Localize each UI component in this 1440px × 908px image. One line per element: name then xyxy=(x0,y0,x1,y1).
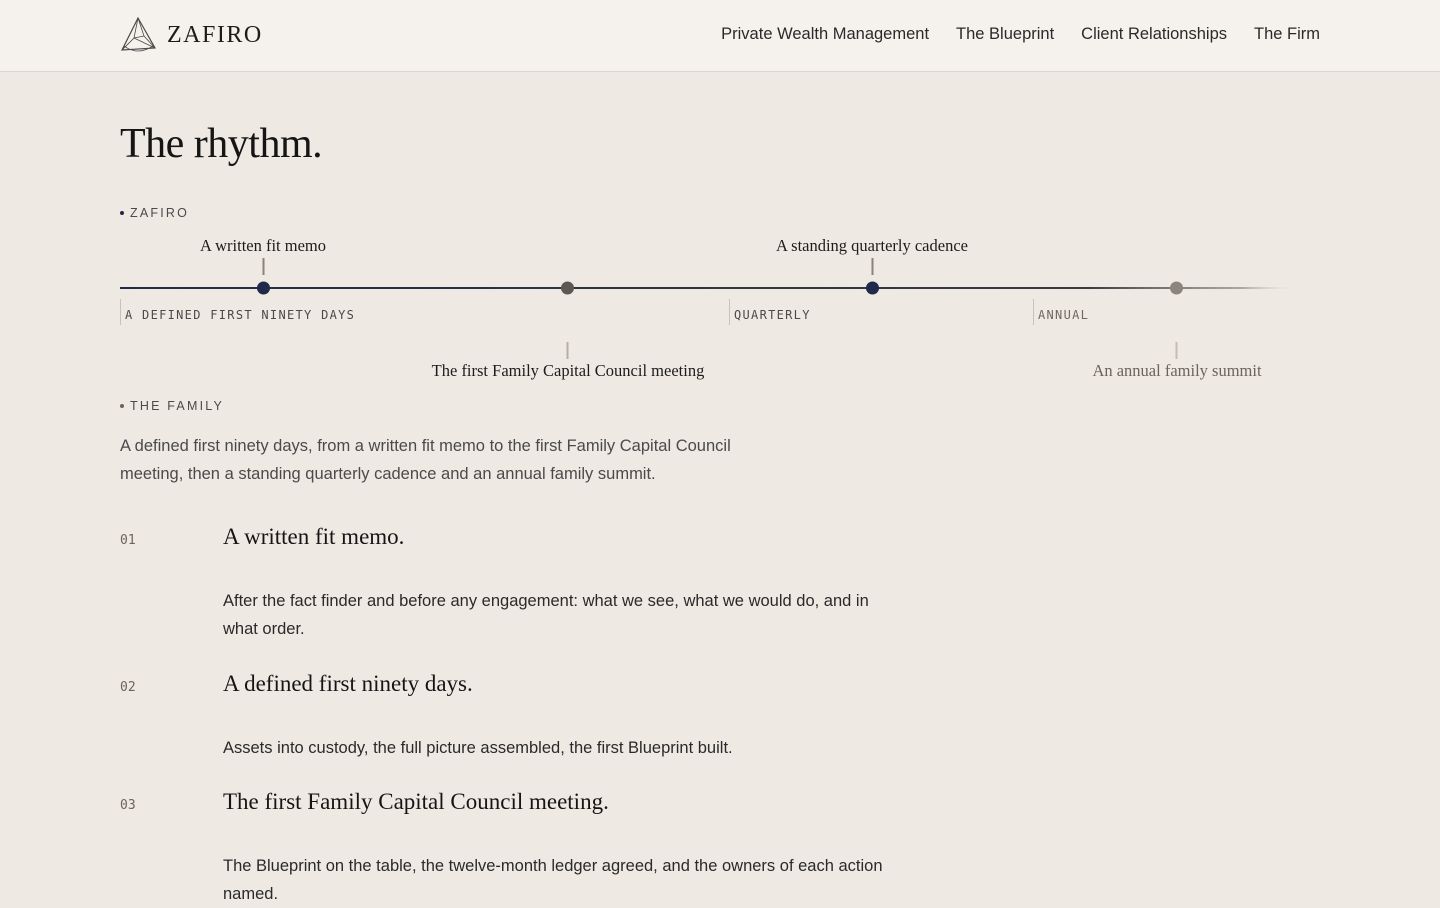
timeline-track-label-family: THE FAMILY xyxy=(120,399,224,413)
timeline-event-quarterly-cadence: A standing quarterly cadence xyxy=(776,236,968,255)
timeline-summary: A defined first ninety days, from a writ… xyxy=(120,437,731,483)
timeline-node-quarterly xyxy=(866,281,879,295)
step-number: 02 xyxy=(120,680,136,695)
timeline-event-annual-summit: An annual family summit xyxy=(1092,361,1262,380)
timeline-event-family-council-meeting: The first Family Capital Council meeting xyxy=(431,361,705,380)
step-title: A defined first ninety days. xyxy=(223,671,473,696)
track-label-text: THE FAMILY xyxy=(130,399,225,413)
timeline-node-family-council xyxy=(561,281,574,295)
timeline-node-annual-summit xyxy=(1170,281,1183,295)
timeline-node-fit-memo xyxy=(257,281,270,295)
step-number: 03 xyxy=(120,798,136,813)
timeline-event-fit-memo: A written fit memo xyxy=(199,236,327,255)
timeline-phase-quarterly: QUARTERLY xyxy=(729,299,811,325)
bullet-dot-icon xyxy=(120,404,124,408)
step-description: Assets into custody, the full picture as… xyxy=(223,739,733,757)
step-title: A written fit memo. xyxy=(223,524,405,549)
step-description: After the fact finder and before any eng… xyxy=(223,592,869,638)
timeline-phase-annual: ANNUAL xyxy=(1033,299,1089,325)
step-title: The first Family Capital Council meeting… xyxy=(223,789,609,814)
timeline-phase-first-ninety-days: A DEFINED FIRST NINETY DAYS xyxy=(120,299,355,325)
step-number: 01 xyxy=(120,533,136,548)
timeline-graphic xyxy=(120,258,1300,359)
